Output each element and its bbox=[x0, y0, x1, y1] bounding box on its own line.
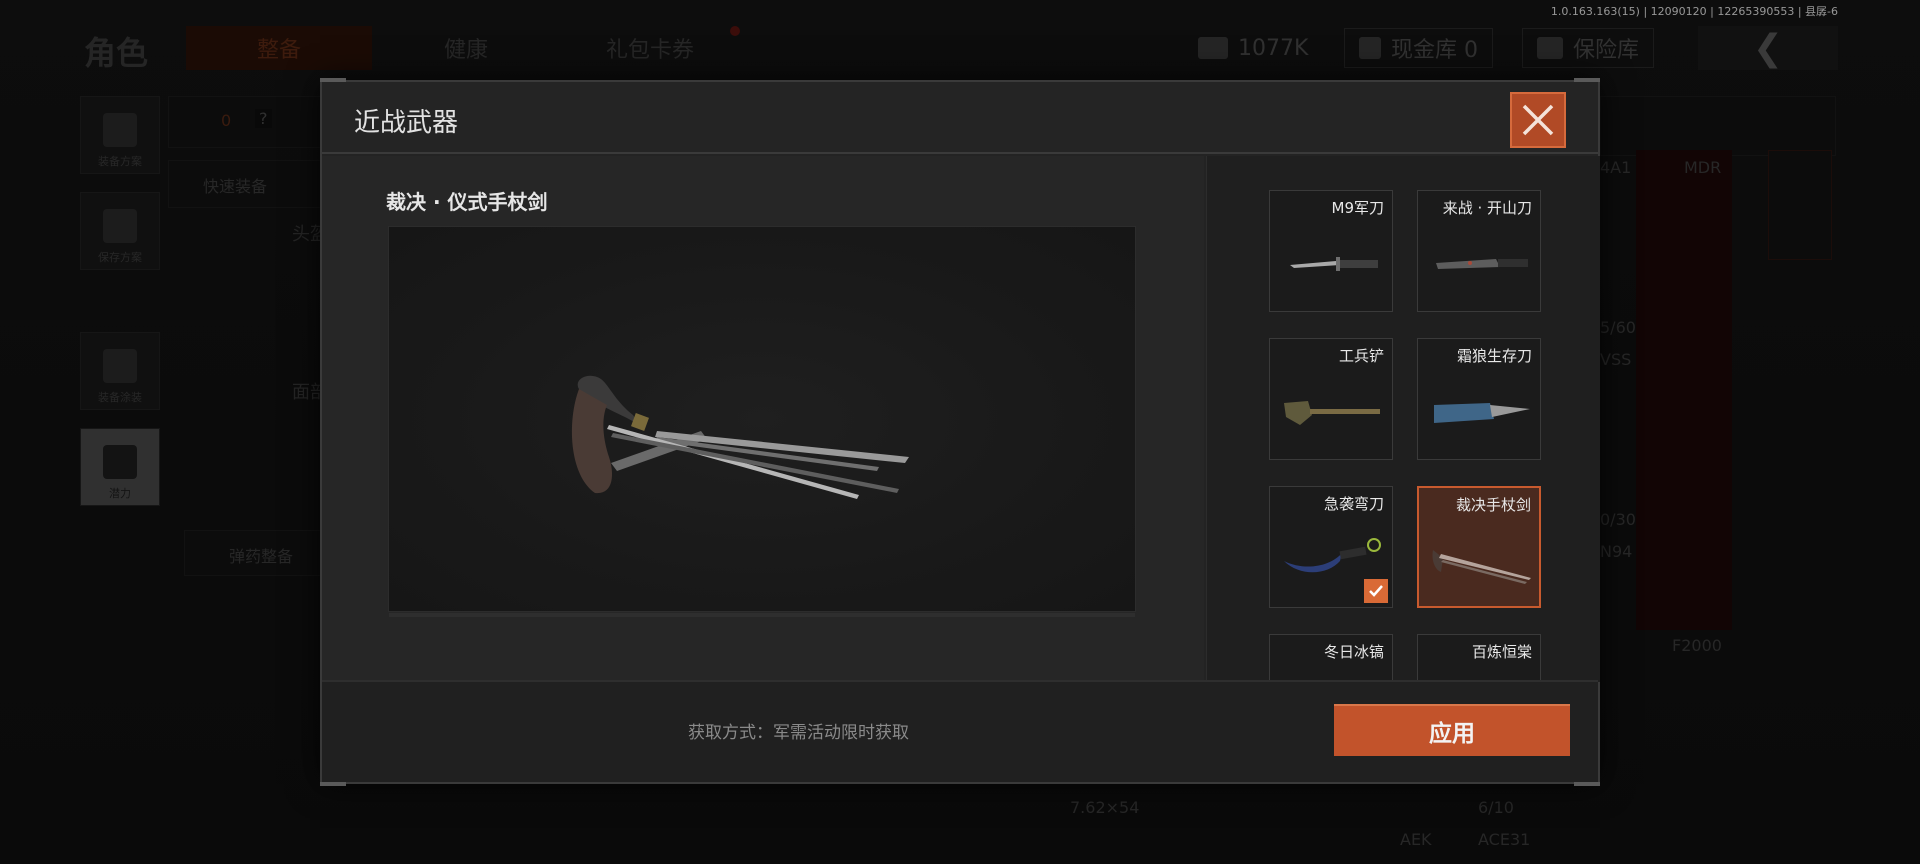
survival-knife-icon bbox=[1434, 403, 1530, 423]
weapon-card-machete[interactable]: 来战 · 开山刀 bbox=[1417, 190, 1541, 312]
weapon-preview[interactable] bbox=[388, 226, 1136, 617]
weapon-card-ice-axe[interactable]: 冬日冰镐 bbox=[1269, 634, 1393, 682]
weapon-name: M9军刀 bbox=[1331, 199, 1385, 217]
frame-corner bbox=[1574, 782, 1600, 786]
weapon-name: 霜狼生存刀 bbox=[1456, 347, 1532, 365]
cane-sword-icon bbox=[1432, 550, 1531, 584]
melee-weapon-dialog: 近战武器 裁决 · 仪式手杖剑 M9军刀 来战 · 开山刀 工兵铲 霜狼生存刀 … bbox=[320, 78, 1600, 786]
close-icon bbox=[1522, 104, 1554, 136]
weapon-card-karambit[interactable]: 急袭弯刀 bbox=[1269, 486, 1393, 608]
weapon-name: 来战 · 开山刀 bbox=[1442, 199, 1532, 217]
weapon-card-blade[interactable]: 百炼恒棠 bbox=[1417, 634, 1541, 682]
weapon-name: 工兵铲 bbox=[1338, 347, 1384, 365]
combat-knife-icon bbox=[1290, 257, 1378, 271]
weapon-name: 百炼恒棠 bbox=[1471, 643, 1532, 661]
machete-icon bbox=[1436, 259, 1528, 269]
dialog-header: 近战武器 bbox=[322, 82, 1598, 154]
weapon-name: 冬日冰镐 bbox=[1323, 643, 1384, 661]
weapon-name: 急袭弯刀 bbox=[1323, 495, 1384, 513]
weapon-card-survival-knife[interactable]: 霜狼生存刀 bbox=[1417, 338, 1541, 460]
weapon-card-shovel[interactable]: 工兵铲 bbox=[1269, 338, 1393, 460]
weapon-name: 裁决手杖剑 bbox=[1455, 496, 1531, 514]
dialog-title: 近战武器 bbox=[354, 108, 459, 138]
frame-corner bbox=[320, 782, 346, 786]
selected-item-name: 裁决 · 仪式手杖剑 bbox=[386, 190, 548, 214]
equipped-check-icon bbox=[1364, 579, 1388, 603]
obtain-method: 获取方式：军需活动限时获取 bbox=[688, 723, 909, 743]
close-button[interactable] bbox=[1510, 92, 1566, 148]
shovel-icon bbox=[1284, 401, 1380, 425]
apply-button[interactable]: 应用 bbox=[1334, 704, 1570, 756]
cane-sword-icon bbox=[571, 375, 909, 499]
weapon-card-m9[interactable]: M9军刀 bbox=[1269, 190, 1393, 312]
weapon-list[interactable]: M9军刀 来战 · 开山刀 工兵铲 霜狼生存刀 急袭弯刀 裁决手杖剑 冬日冰镐 … bbox=[1206, 156, 1600, 682]
weapon-card-cane-sword[interactable]: 裁决手杖剑 bbox=[1417, 486, 1541, 608]
dialog-footer: 获取方式：军需活动限时获取 应用 bbox=[322, 680, 1598, 782]
